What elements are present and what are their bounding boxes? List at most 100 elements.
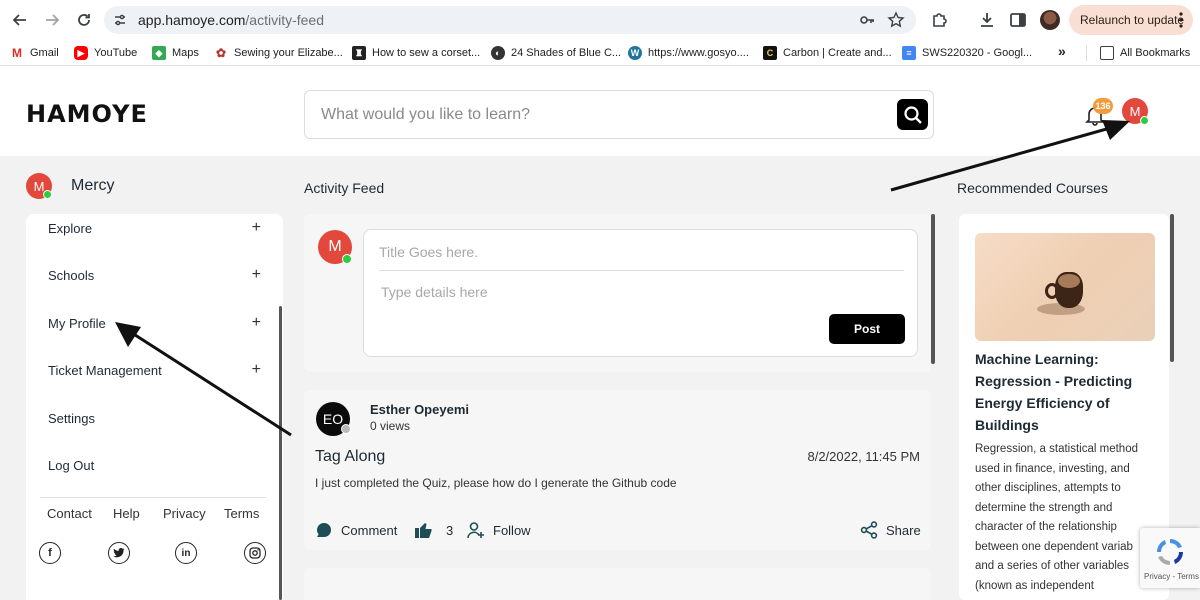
course-card[interactable]: Machine Learning: Regression - Predictin… [959,214,1169,600]
address-bar[interactable]: app.hamoye.com/activity-feed [104,6,916,34]
side-panel-button[interactable] [1008,10,1028,30]
all-bookmarks-button[interactable]: All Bookmarks [1100,45,1190,61]
hamoye-logo[interactable]: HAMOYE [26,100,148,128]
extensions-button[interactable] [930,10,950,30]
docs-icon: ≡ [902,46,916,60]
bookmark-sewing[interactable]: ✿ Sewing your Elizabe... [214,45,343,61]
notification-count-badge: 136 [1093,98,1113,114]
post-title-field[interactable]: Title Goes here. [379,244,478,260]
footer-link-terms[interactable]: Terms [224,506,259,521]
post-view-count: 0 views [370,419,411,433]
bookmark-star-icon[interactable] [887,11,905,29]
bookmark-shades-blue[interactable]: ◐ 24 Shades of Blue C... [491,45,621,61]
download-icon [981,13,993,27]
linkedin-icon[interactable]: in [175,542,197,564]
arrow-left-icon [12,14,26,26]
bookmark-label: SWS220320 - Googl... [922,47,1033,59]
instagram-icon[interactable] [244,542,266,564]
bookmark-youtube[interactable]: ▶ YouTube [74,45,137,61]
bookmark-gosyo[interactable]: Whttps://www.gosyo.... [628,45,749,61]
expand-plus-icon[interactable]: + [252,219,261,237]
header-user-avatar[interactable]: M [1122,98,1149,125]
recaptcha-badge[interactable]: Privacy - Terms [1140,528,1200,588]
bookmark-label: Sewing your Elizabe... [234,47,343,59]
like-button[interactable]: 3 [414,520,453,540]
recommended-scrollbar[interactable] [1170,214,1174,362]
forward-button[interactable] [40,8,64,32]
bookmark-label: 24 Shades of Blue C... [511,47,622,59]
gmail-icon: M [10,46,24,60]
bookmarks-overflow-button[interactable]: » [1058,43,1066,59]
sidebar-item-label: Ticket Management [48,362,162,378]
site-settings-icon[interactable] [112,12,128,28]
user-avatar: M [26,173,52,199]
sidebar-scrollbar[interactable] [279,306,282,600]
bookmark-docs[interactable]: ≡ SWS220320 - Googl... [902,45,1032,61]
sidebar-item-label: Settings [48,410,95,426]
reload-button[interactable] [72,8,96,32]
sidebar-item-explore[interactable]: Explore + [26,210,283,246]
expand-plus-icon[interactable]: + [252,314,261,332]
expand-plus-icon[interactable]: + [252,266,261,284]
post-button[interactable]: Post [829,314,905,344]
back-button[interactable] [8,8,32,32]
compose-post-card: M Title Goes here. Type details here Pos… [304,214,931,372]
feed-scrollbar[interactable] [931,214,935,364]
more-vertical-icon [1179,12,1183,28]
post-details-field[interactable]: Type details here [381,284,488,300]
avatar-initial: M [1129,103,1141,119]
footer-link-privacy[interactable]: Privacy [163,506,206,521]
key-icon[interactable] [859,12,875,28]
relaunch-label: Relaunch to update [1080,13,1185,27]
post-title[interactable]: Tag Along [315,448,385,466]
bookmark-gmail[interactable]: M Gmail [10,45,59,61]
relaunch-update-button[interactable]: Relaunch to update [1069,5,1193,35]
comment-icon [317,523,331,537]
search-button[interactable] [897,99,928,130]
url-text[interactable]: app.hamoye.com/activity-feed [138,12,324,28]
wordpress-icon: W [628,46,642,60]
course-thumbnail[interactable] [975,233,1155,341]
compose-divider [379,270,904,271]
course-description: Regression, a statistical method used in… [975,443,1138,592]
bookmark-corset[interactable]: ♜ How to sew a corset... [352,45,480,61]
post-author-name[interactable]: Esther Opeyemi [370,402,469,417]
sidebar-item-settings[interactable]: Settings [26,400,283,436]
compose-user-avatar: M [318,230,352,264]
coffee-surface [1058,274,1080,288]
browser-profile-avatar[interactable] [1040,10,1060,30]
comment-button[interactable]: Comment [315,520,397,540]
facebook-icon[interactable]: f [39,542,61,564]
search-input[interactable] [321,103,861,127]
expand-plus-icon[interactable]: + [252,361,261,379]
side-panel-icon [1010,13,1026,27]
compose-form: Title Goes here. Type details here Post [363,229,918,357]
sidebar-item-label: Explore [48,220,93,236]
course-title[interactable]: Machine Learning: Regression - Predictin… [975,348,1155,436]
feed-post-card-next [304,568,931,600]
folder-icon [1100,46,1114,60]
bookmark-carbon[interactable]: C Carbon | Create and... [763,45,892,61]
follow-button[interactable]: Follow [467,520,531,540]
carbon-icon: C [763,46,777,60]
sidebar-item-my-profile[interactable]: My Profile + [26,305,283,341]
recaptcha-icon [1157,539,1183,565]
sidebar-item-ticket-management[interactable]: Ticket Management + [26,352,283,388]
bookmarks-bar: M Gmail ▶ YouTube ◆ Maps ✿ Sewing your Eliza… [0,40,1200,66]
downloads-button[interactable] [977,10,997,30]
bookmark-maps[interactable]: ◆ Maps [152,45,199,61]
sidebar-item-log-out[interactable]: Log Out [26,447,283,483]
share-button[interactable]: Share [860,520,921,540]
sidebar-user[interactable]: M Mercy [26,172,115,200]
twitter-icon[interactable] [108,542,130,564]
url-path: /activity-feed [245,12,324,28]
search-bar [304,90,934,139]
footer-link-help[interactable]: Help [113,506,140,521]
sidebar-item-schools[interactable]: Schools + [26,257,283,293]
footer-link-contact[interactable]: Contact [47,506,92,521]
recaptcha-links[interactable]: Privacy - Terms [1144,572,1199,581]
puzzle-icon [933,13,947,27]
maps-icon: ◆ [152,46,166,60]
like-count: 3 [446,522,454,538]
corset-icon: ♜ [352,46,366,60]
